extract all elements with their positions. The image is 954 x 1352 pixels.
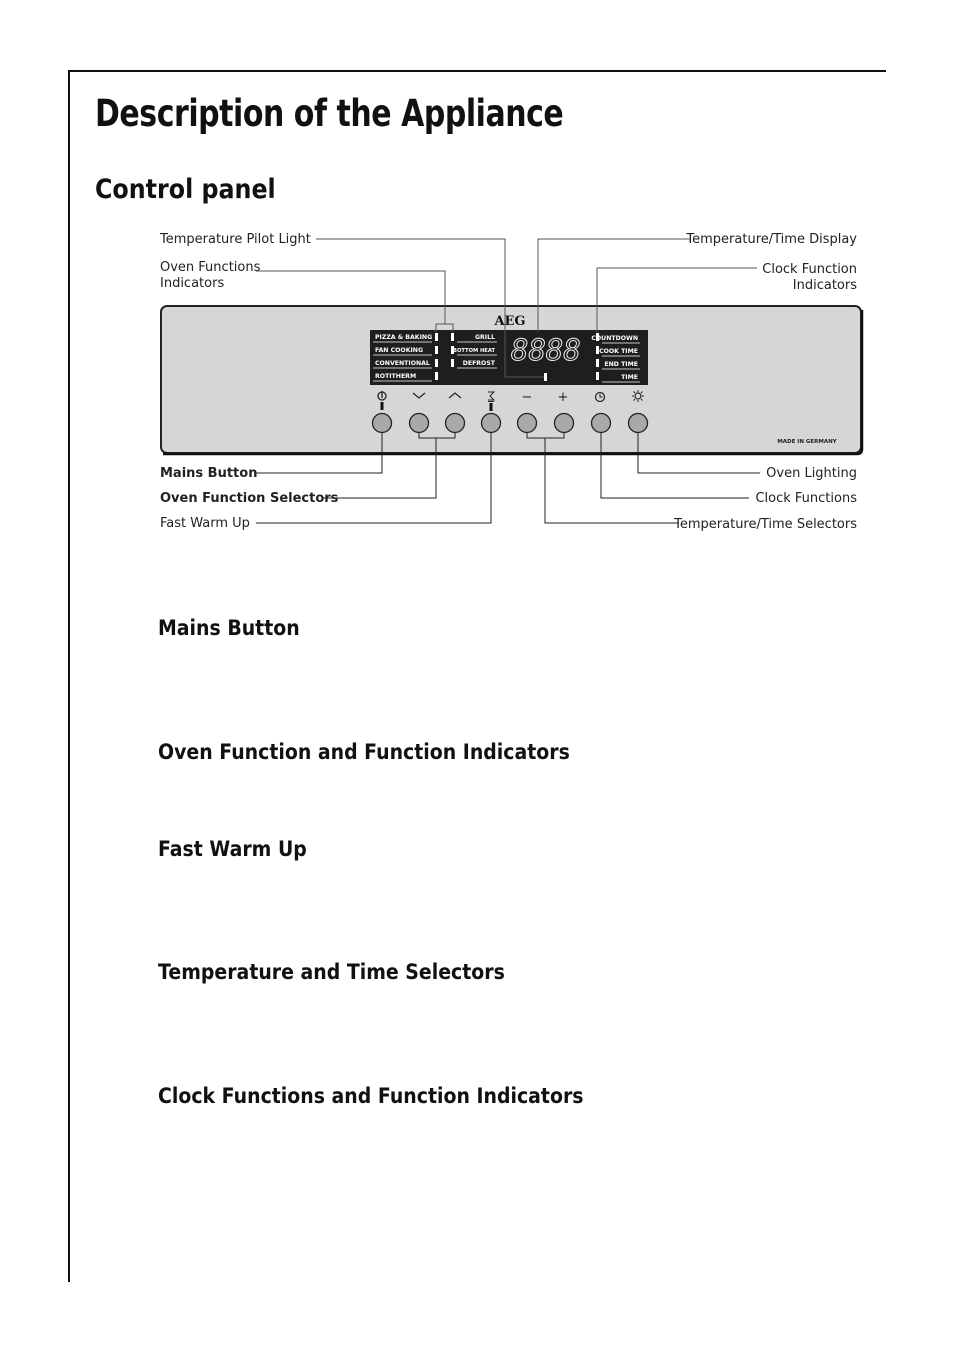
oven-function-label: BOTTOM HEAT [453, 348, 495, 354]
oven-function-up-button[interactable] [444, 412, 466, 434]
brand-logo: AEG [493, 314, 525, 329]
callout-label: Oven Functions [160, 260, 261, 275]
oven-function-label: DEFROST [463, 360, 496, 367]
temperature-time-display: 8888 [511, 333, 581, 367]
callout-label: Temperature/Time Selectors [673, 517, 857, 532]
clock-function-label: TIME [621, 374, 638, 381]
callout-label: Mains Button [160, 466, 257, 481]
oven-lighting-button[interactable] [627, 412, 649, 434]
subsection-heading-fast-warm-up: Fast Warm Up [158, 837, 307, 861]
callout-label: Indicators [160, 276, 224, 291]
clock-function-label: COOK TIME [599, 348, 638, 355]
callout-label: Fast Warm Up [160, 516, 250, 531]
oven-function-label: GRILL [475, 334, 495, 341]
oven-function-down-button[interactable] [408, 412, 430, 434]
callout-label: Temperature Pilot Light [159, 232, 311, 247]
fast-warm-up-button[interactable] [480, 412, 502, 434]
clock-functions-button[interactable] [590, 412, 612, 434]
callout-label: Clock Function [762, 262, 857, 277]
oven-function-label: PIZZA & BAKING [375, 334, 432, 341]
oven-function-label: FAN COOKING [375, 347, 423, 354]
callout-label: Temperature/Time Display [685, 232, 857, 247]
plus-icon: + [558, 390, 569, 405]
callout-label: Oven Lighting [766, 466, 857, 481]
subsection-heading-clock-functions: Clock Functions and Function Indicators [158, 1084, 584, 1108]
oven-function-label: CONVENTIONAL [375, 360, 430, 367]
callout-label: Oven Function Selectors [160, 491, 339, 506]
callout-label: Indicators [793, 278, 857, 293]
subsection-heading-mains-button: Mains Button [158, 616, 300, 640]
callout-label: Clock Functions [755, 491, 857, 506]
clock-function-label: COUNTDOWN [591, 335, 638, 342]
temperature-pilot-light [544, 373, 547, 381]
plus-button[interactable] [553, 412, 575, 434]
subsection-heading-temperature-time-selectors: Temperature and Time Selectors [158, 960, 505, 984]
made-in-label: MADE IN GERMANY [777, 439, 837, 445]
minus-button[interactable] [516, 412, 538, 434]
subsection-heading-oven-function: Oven Function and Function Indicators [158, 740, 570, 764]
control-panel-diagram: AEG PIZZA & BAKING FAN COOKING CONVENTIO… [159, 232, 864, 532]
mains-button[interactable] [371, 412, 393, 434]
clock-function-label: END TIME [604, 361, 638, 368]
minus-icon: − [522, 390, 533, 405]
oven-function-label: ROTITHERM [375, 373, 416, 380]
